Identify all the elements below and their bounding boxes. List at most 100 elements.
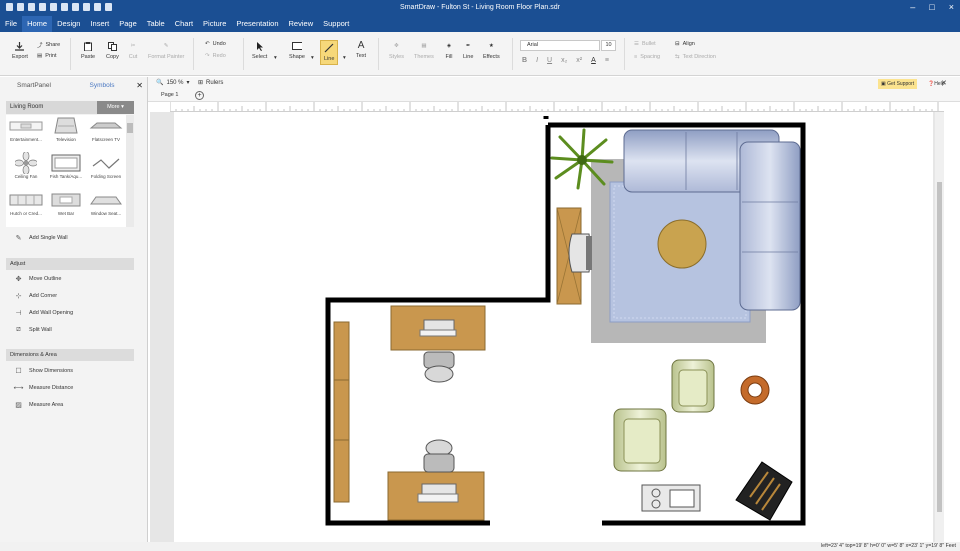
coffee-table[interactable] [657,219,707,269]
get-support-button[interactable]: ▣ Get Support [878,79,918,89]
redo-button[interactable]: ↷ Redo [205,53,226,59]
corner-fireplace[interactable] [735,461,793,521]
symbol-hutch[interactable]: Hutch or Cred... [6,189,46,216]
menu-review[interactable]: Review [284,16,319,32]
underline-button[interactable]: U [547,57,552,64]
line-dropdown[interactable]: ▾ [343,55,346,61]
select-dropdown[interactable]: ▾ [274,55,277,61]
scroll-thumb[interactable] [937,182,942,512]
brush-icon: ✎ [163,43,169,49]
more-button[interactable]: More ▾ [97,101,134,114]
tab-symbols[interactable]: Symbols [68,77,136,94]
symbol-television[interactable]: Television [46,115,86,142]
rulers-toggle[interactable]: ⊞ Rulers [198,79,223,87]
cursor-icon [255,41,265,51]
close-right-icon[interactable]: ✕ [941,79,947,89]
symbol-fish-tank[interactable]: Fish Tank/Aqu... [46,152,86,179]
menu-home[interactable]: Home [22,16,53,32]
floor-plan[interactable] [174,112,933,542]
drawing-canvas[interactable] [150,112,935,542]
tab-smartpanel[interactable]: SmartPanel [0,77,68,94]
text-direction-button[interactable]: ⇆ Text Direction [675,54,716,60]
line-style-button[interactable]: ✒ Line [463,41,473,60]
bookshelf[interactable] [333,321,350,503]
menu-chart[interactable]: Chart [170,16,198,32]
close-panel-icon[interactable]: ✕ [136,81,143,90]
font-family-field[interactable]: Arial [520,40,600,51]
copy-button[interactable]: Copy [106,41,119,60]
add-page-button[interactable]: + [195,91,204,100]
desk-bottom[interactable] [387,471,485,521]
symbol-flatscreen-tv[interactable]: Flatscreen TV [86,115,126,142]
themes-button[interactable]: ▦ Themes [414,41,434,60]
text-icon: A [357,39,365,51]
menu-page[interactable]: Page [114,16,142,32]
split-wall-button[interactable]: ⧄ Split Wall [15,326,51,333]
move-outline-button[interactable]: ✥ Move Outline [15,275,62,283]
symbol-folding-screen[interactable]: Folding Screen [86,152,126,179]
symbol-entertainment[interactable]: Entertainment... [6,115,46,142]
add-single-wall-button[interactable]: ✎ Add Single Wall [15,234,68,242]
bold-button[interactable]: B [522,57,527,64]
paste-button[interactable]: Paste [81,41,95,60]
shape-button[interactable]: Shape [289,41,305,60]
export-button[interactable]: Export [12,41,28,60]
format-painter-button[interactable]: ✎ Format Painter [148,41,184,60]
drawing-page[interactable] [174,112,933,542]
cut-button[interactable]: ✂ Cut [128,41,138,60]
bullet-button[interactable]: ☰ Bullet [634,41,656,47]
add-wall-opening-button[interactable]: ⊣ Add Wall Opening [15,309,73,317]
symbol-wet-bar[interactable]: Wet Bar [46,189,86,216]
italic-button[interactable]: I [536,57,538,64]
align-button[interactable]: ⊟ Align [675,41,695,47]
menu-design[interactable]: Design [52,16,85,32]
title-bar: SmartDraw - Fulton St - Living Room Floo… [0,0,960,16]
spacing-button[interactable]: ≡ Spacing [634,54,660,60]
measure-area-button[interactable]: ▨ Measure Area [15,401,63,409]
menu-file[interactable]: File [0,16,22,32]
share-button[interactable]: ⤴ Share [37,41,60,49]
shape-dropdown[interactable]: ▾ [311,55,314,61]
menu-table[interactable]: Table [142,16,170,32]
text-align-button[interactable]: ≡ [605,57,609,64]
maximize-button[interactable]: □ [929,2,934,12]
menu-presentation[interactable]: Presentation [231,16,283,32]
symbol-ceiling-fan[interactable]: Ceiling Fan [6,152,46,179]
close-button[interactable]: × [949,2,954,12]
office-chair-bottom[interactable] [423,439,455,473]
measure-area-icon: ▨ [15,401,22,409]
text-button[interactable]: A Text [356,39,366,60]
subscript-button[interactable]: x₂ [561,57,567,64]
superscript-button[interactable]: x² [576,57,582,64]
menu-insert[interactable]: Insert [85,16,114,32]
minimize-button[interactable]: – [910,2,915,12]
font-color-button[interactable]: A [591,57,596,64]
page-tab-1[interactable]: Page 1 [161,92,178,98]
font-size-field[interactable]: 10 [601,40,616,51]
panel-tabs: SmartPanel Symbols ✕ [0,77,147,94]
add-corner-button[interactable]: ⊹ Add Corner [15,292,58,300]
desk-top[interactable] [390,305,486,351]
symbol-scrollbar[interactable] [126,115,134,227]
measure-distance-button[interactable]: ⟷ Measure Distance [13,384,73,392]
zoom-dropdown-icon: ▾ [186,80,190,86]
armchair-left[interactable] [613,408,667,472]
effects-button[interactable]: ★ Effects [483,41,500,60]
zoom-control[interactable]: 🔍 150 % ▾ [156,79,190,87]
menu-picture[interactable]: Picture [198,16,231,32]
show-dimensions-checkbox[interactable]: ☐ Show Dimensions [15,367,73,375]
styles-button[interactable]: ✥ Styles [389,41,404,60]
office-chair-top[interactable] [423,351,455,383]
symbol-window-seat[interactable]: Window Seat... [86,189,126,216]
print-button[interactable]: ▤ Print [37,53,57,59]
undo-button[interactable]: ↶ Undo [205,41,226,47]
armchair-right[interactable] [671,359,715,413]
measure-distance-icon: ⟷ [13,384,24,392]
menu-support[interactable]: Support [318,16,354,32]
vertical-scrollbar[interactable] [935,112,944,542]
wet-bar[interactable] [641,484,701,512]
line-button[interactable]: Line [320,40,339,65]
fill-button[interactable]: ◈ Fill [444,41,454,60]
tv-cabinet[interactable] [568,233,592,273]
select-button[interactable]: Select [252,41,267,60]
